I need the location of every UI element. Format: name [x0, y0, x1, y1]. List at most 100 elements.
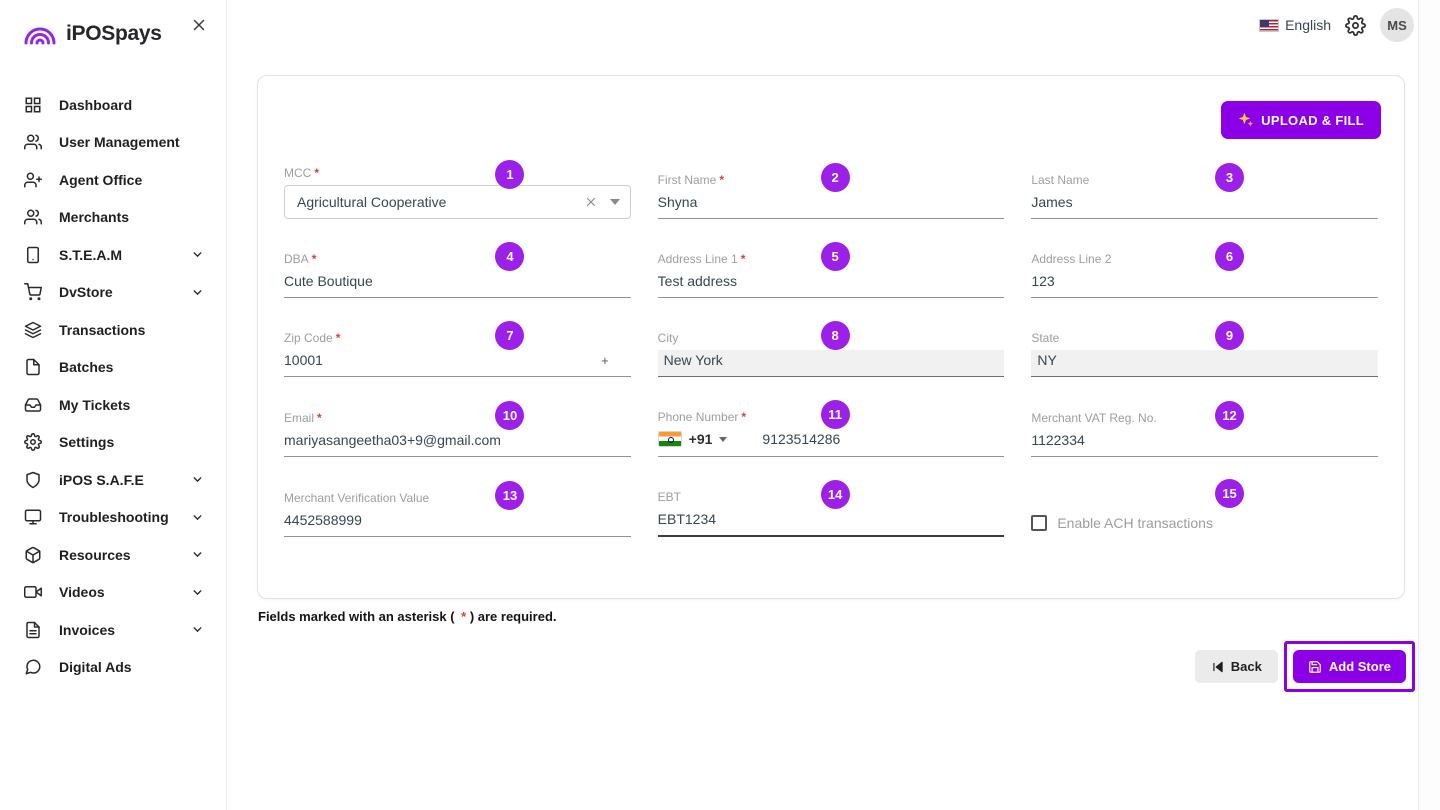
dba-label: DBA* — [284, 252, 631, 266]
upload-and-fill-button[interactable]: UPLOAD & FILL — [1221, 101, 1381, 139]
sidebar-item-label: Batches — [59, 359, 113, 375]
checkbox-icon[interactable] — [1031, 515, 1047, 531]
mcc-select[interactable]: Agricultural Cooperative — [284, 185, 631, 219]
sidebar-item-settings[interactable]: Settings — [0, 424, 226, 462]
close-icon[interactable] — [190, 16, 208, 39]
enable-ach-label: Enable ACH transactions — [1057, 515, 1213, 531]
first-name-input[interactable] — [658, 192, 1005, 219]
sidebar-item-label: User Management — [59, 134, 180, 150]
back-button[interactable]: Back — [1195, 650, 1278, 683]
field-merchant-verification-value: 13 Merchant Verification Value — [284, 491, 631, 537]
sidebar-nav: Dashboard User Management Agent Office M… — [0, 86, 226, 686]
ebt-input[interactable] — [658, 509, 1005, 537]
chevron-down-icon[interactable] — [191, 586, 204, 599]
country-code-selector[interactable]: +91 — [689, 431, 713, 447]
add-store-form-card: UPLOAD & FILL 1 MCC* Agricultural Cooper… — [257, 75, 1405, 599]
last-name-input[interactable] — [1031, 192, 1378, 219]
clear-icon[interactable] — [584, 195, 598, 209]
file-icon — [24, 358, 42, 376]
scrollbar[interactable] — [1418, 0, 1440, 810]
zip-code-label: Zip Code* — [284, 331, 631, 345]
settings-gear-icon[interactable] — [1345, 15, 1366, 36]
zip-plus-icon[interactable]: + — [601, 353, 609, 368]
ipospays-arcs-icon — [22, 23, 58, 45]
chevron-down-icon[interactable] — [191, 548, 204, 561]
email-input[interactable] — [284, 430, 631, 457]
merchant-verification-value-input[interactable] — [284, 510, 631, 537]
address-line-1-input[interactable] — [658, 271, 1005, 298]
sidebar-item-agent-office[interactable]: Agent Office — [0, 161, 226, 199]
sidebar-item-label: DvStore — [59, 284, 113, 300]
sidebar-item-digital-ads[interactable]: Digital Ads — [0, 649, 226, 687]
india-flag-icon — [658, 431, 682, 447]
sidebar-item-invoices[interactable]: Invoices — [0, 611, 226, 649]
dba-input[interactable] — [284, 271, 631, 298]
package-icon — [24, 546, 42, 564]
field-city: 8 City — [658, 331, 1005, 377]
save-icon — [1308, 660, 1322, 674]
chevron-down-icon[interactable] — [191, 248, 204, 261]
sidebar-item-label: Resources — [59, 547, 131, 563]
sidebar-item-dvstore[interactable]: DvStore — [0, 274, 226, 312]
skip-back-icon — [1211, 660, 1225, 674]
annotation-badge-8: 8 — [821, 321, 850, 350]
video-icon — [24, 583, 42, 601]
sidebar-item-label: Videos — [59, 584, 105, 600]
dropdown-caret-icon[interactable] — [610, 199, 620, 205]
annotation-badge-2: 2 — [821, 163, 850, 192]
sidebar-item-videos[interactable]: Videos — [0, 574, 226, 612]
sidebar-item-my-tickets[interactable]: My Tickets — [0, 386, 226, 424]
header-actions: English MS — [1259, 8, 1414, 42]
enable-ach-checkbox[interactable]: Enable ACH transactions — [1031, 515, 1378, 537]
zip-code-input[interactable] — [284, 350, 631, 377]
annotation-badge-3: 3 — [1215, 163, 1244, 192]
mcc-selected-value: Agricultural Cooperative — [297, 194, 446, 210]
field-mcc: 1 MCC* Agricultural Cooperative — [284, 166, 631, 219]
phone-number-input[interactable] — [762, 431, 912, 447]
field-address-line-1: 5 Address Line 1* — [658, 252, 1005, 298]
sidebar-item-user-management[interactable]: User Management — [0, 124, 226, 162]
annotation-badge-13: 13 — [495, 481, 524, 510]
sidebar-item-label: Settings — [59, 434, 114, 450]
shield-icon — [24, 471, 42, 489]
sidebar-item-resources[interactable]: Resources — [0, 536, 226, 574]
sidebar-item-ipos-safe[interactable]: iPOS S.A.F.E — [0, 461, 226, 499]
chat-icon — [24, 658, 42, 676]
annotation-badge-10: 10 — [495, 401, 524, 430]
us-flag-icon — [1259, 19, 1279, 32]
sidebar-item-dashboard[interactable]: Dashboard — [0, 86, 226, 124]
annotation-badge-12: 12 — [1215, 401, 1244, 430]
field-address-line-2: 6 Address Line 2 — [1031, 252, 1378, 298]
sidebar-item-transactions[interactable]: Transactions — [0, 311, 226, 349]
chevron-down-icon[interactable] — [191, 623, 204, 636]
state-input — [1031, 350, 1378, 377]
annotation-badge-15: 15 — [1215, 479, 1244, 508]
field-state: 9 State — [1031, 331, 1378, 377]
add-store-button[interactable]: Add Store — [1293, 650, 1406, 683]
chevron-down-icon[interactable] — [191, 511, 204, 524]
sidebar-item-batches[interactable]: Batches — [0, 349, 226, 387]
annotation-badge-7: 7 — [495, 321, 524, 350]
field-dba: 4 DBA* — [284, 252, 631, 298]
merchant-vat-input[interactable] — [1031, 430, 1378, 457]
annotation-badge-11: 11 — [821, 400, 850, 429]
field-merchant-vat: 12 Merchant VAT Reg. No. — [1031, 411, 1378, 457]
sidebar-item-label: My Tickets — [59, 397, 130, 413]
chevron-down-icon[interactable] — [191, 473, 204, 486]
user-avatar[interactable]: MS — [1380, 8, 1414, 42]
users-icon — [24, 208, 42, 226]
country-code-caret-icon[interactable] — [719, 437, 727, 442]
sidebar-item-label: Dashboard — [59, 97, 132, 113]
address-line-2-input[interactable] — [1031, 271, 1378, 298]
grid-icon — [24, 96, 42, 114]
sidebar-item-troubleshooting[interactable]: Troubleshooting — [0, 499, 226, 537]
annotation-highlight-box: Add Store — [1284, 641, 1415, 692]
annotation-badge-5: 5 — [821, 242, 850, 271]
chevron-down-icon[interactable] — [191, 286, 204, 299]
back-button-label: Back — [1231, 659, 1262, 674]
field-ebt: 14 EBT — [658, 490, 1005, 537]
language-selector[interactable]: English — [1259, 17, 1331, 33]
inbox-icon — [24, 396, 42, 414]
sidebar-item-steam[interactable]: S.T.E.A.M — [0, 236, 226, 274]
sidebar-item-merchants[interactable]: Merchants — [0, 199, 226, 237]
